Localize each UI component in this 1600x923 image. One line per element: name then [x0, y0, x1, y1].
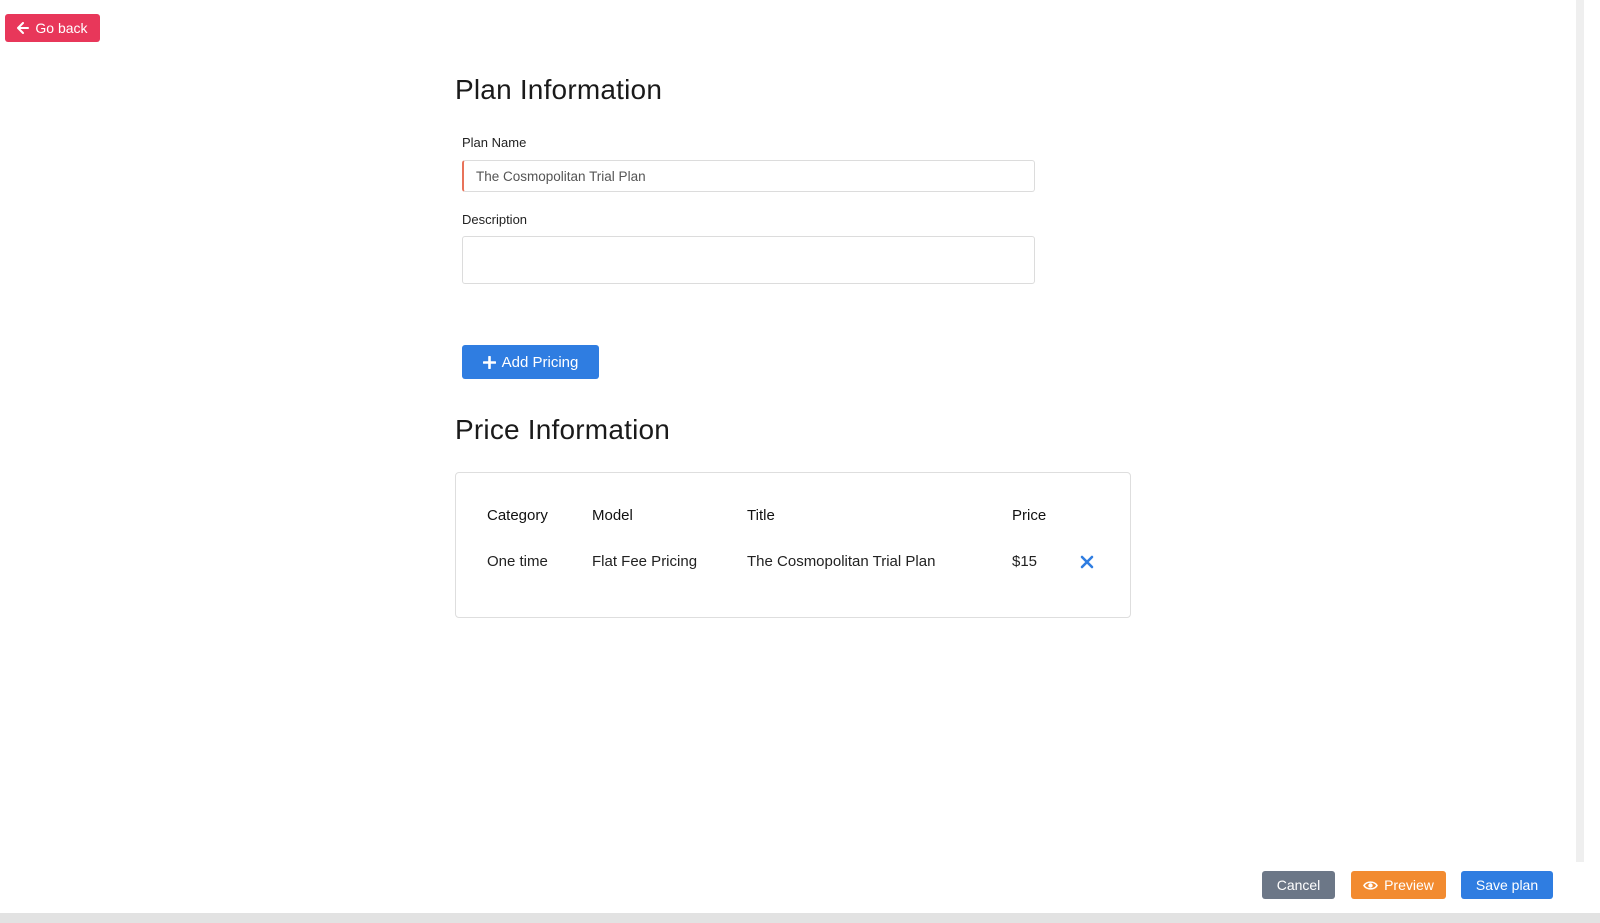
go-back-button[interactable]: Go back: [5, 14, 100, 42]
row-title: The Cosmopolitan Trial Plan: [747, 553, 936, 570]
plan-name-label: Plan Name: [462, 135, 527, 150]
preview-label: Preview: [1384, 877, 1434, 893]
preview-button[interactable]: Preview: [1351, 871, 1446, 899]
cancel-label: Cancel: [1276, 877, 1321, 893]
plan-information-heading: Plan Information: [455, 74, 663, 105]
close-icon[interactable]: [1080, 555, 1094, 569]
price-information-heading: Price Information: [455, 414, 671, 445]
row-price: $15: [1012, 553, 1038, 570]
plan-name-input[interactable]: [462, 160, 1035, 192]
description-input[interactable]: [462, 236, 1035, 284]
add-pricing-button[interactable]: Add Pricing: [462, 345, 599, 379]
plan-editor-page: Go back Plan Information Plan Name Descr…: [0, 0, 1600, 923]
horizontal-scrollbar[interactable]: [0, 913, 1600, 923]
plus-icon: [482, 355, 496, 369]
save-plan-label: Save plan: [1475, 877, 1539, 893]
column-header-model: Model: [592, 507, 633, 524]
eye-icon: [1363, 880, 1379, 890]
save-plan-button[interactable]: Save plan: [1461, 871, 1553, 899]
column-header-title: Title: [747, 507, 775, 524]
add-pricing-label: Add Pricing: [501, 353, 579, 371]
vertical-scrollbar[interactable]: [1568, 0, 1600, 923]
cancel-button[interactable]: Cancel: [1262, 871, 1335, 899]
row-model: Flat Fee Pricing: [592, 553, 698, 570]
column-header-category: Category: [487, 507, 548, 524]
price-table-card: Category Model Title Price One time Flat…: [455, 472, 1131, 618]
vertical-scrollbar-thumb[interactable]: [1576, 0, 1584, 862]
go-back-label: Go back: [35, 20, 88, 36]
row-category: One time: [487, 553, 548, 570]
description-label: Description: [462, 212, 528, 227]
arrow-left-icon: [17, 22, 30, 34]
column-header-price: Price: [1012, 507, 1047, 524]
